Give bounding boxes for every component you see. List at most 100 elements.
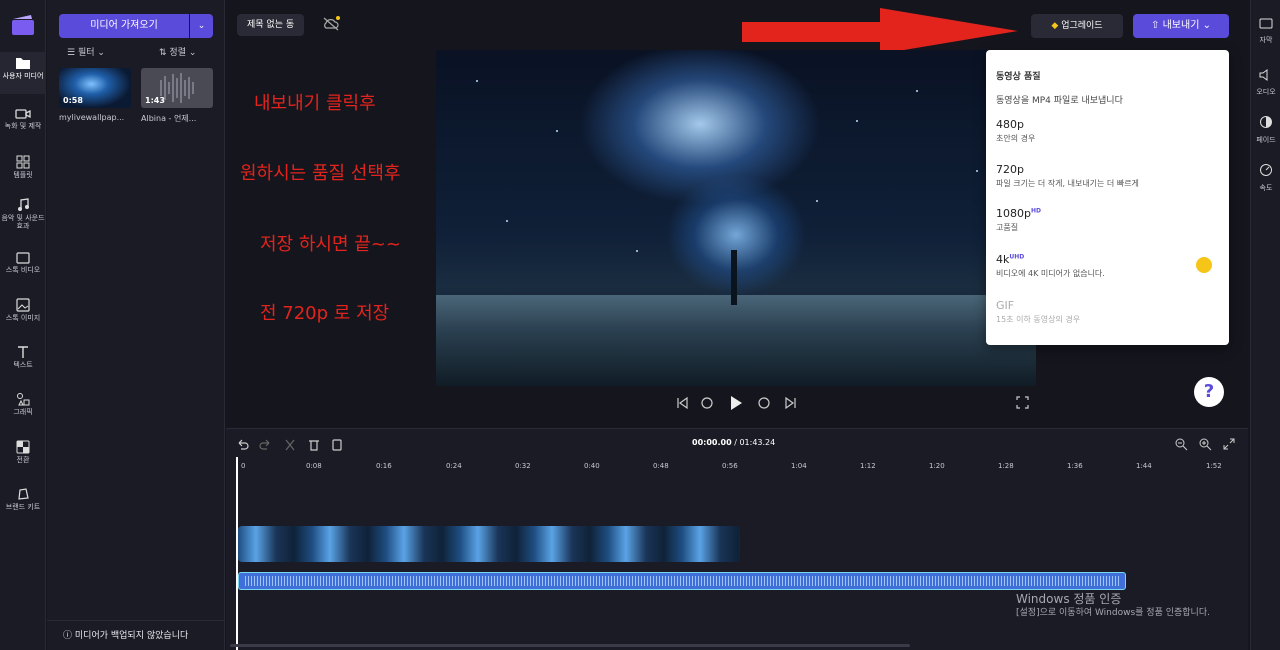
option-title: 1080p xyxy=(996,207,1031,220)
nav-transitions[interactable]: 전환 xyxy=(0,440,46,464)
import-media-button[interactable]: 미디어 가져오기 xyxy=(59,14,189,38)
play-icon[interactable] xyxy=(728,395,744,411)
right-property-panel: 자막 오디오 페이드 속도 xyxy=(1250,0,1280,650)
shapes-icon xyxy=(17,393,30,406)
backup-notice[interactable]: ⓘ 미디어가 백업되지 않았습니다 xyxy=(47,620,225,650)
nav-label: 템플릿 xyxy=(13,171,33,179)
hd-badge: HD xyxy=(1030,207,1041,215)
export-quality-menu: 동영상 품질 동영상을 MP4 파일로 내보냅니다 480p 초안의 경우 72… xyxy=(986,50,1229,345)
nav-templates[interactable]: 템플릿 xyxy=(0,155,46,179)
nav-stock-video[interactable]: 스톡 비디오 xyxy=(0,252,46,274)
option-subtitle: 파일 크기는 더 작게, 내보내기는 더 빠르게 xyxy=(996,179,1139,188)
text-icon xyxy=(18,346,28,358)
star xyxy=(856,120,858,122)
help-button[interactable]: ? xyxy=(1194,377,1224,407)
undo-icon xyxy=(238,439,249,450)
upgrade-button[interactable]: ◆ 업그레이드 xyxy=(1031,14,1123,38)
nav-graphics[interactable]: 그래픽 xyxy=(0,392,46,416)
star xyxy=(556,130,558,132)
media-panel: 미디어 가져오기 ⌄ ☰ 필터 ⌄ ⇅ 정렬 ⌄ 0:58 1:43 myliv… xyxy=(47,0,225,650)
video-preview[interactable] xyxy=(436,50,1036,386)
timeline-scrollbar[interactable] xyxy=(230,644,910,647)
media-name: mylivewallpap... xyxy=(59,113,125,122)
speaker-icon xyxy=(1259,69,1268,81)
ruler-tick: 0:32 xyxy=(515,462,531,470)
panel-label: 속도 xyxy=(1259,184,1273,192)
fullscreen-icon[interactable] xyxy=(1016,396,1029,409)
video-clip[interactable] xyxy=(238,526,740,562)
nav-label: 음악 및 사운드 효과 xyxy=(1,214,45,230)
clipchamp-logo xyxy=(12,15,34,35)
ruler-tick: 0:16 xyxy=(376,462,392,470)
rewind-5-icon[interactable] xyxy=(700,396,714,410)
info-icon: ⓘ xyxy=(63,631,73,641)
quality-option-4k[interactable]: 4kUHD 비디오에 4K 미디어가 없습니다. xyxy=(996,253,1220,279)
quality-option-gif[interactable]: GIF 15초 이하 동영상의 경우 xyxy=(996,299,1220,325)
backup-notice-text: 미디어가 백업되지 않았습니다 xyxy=(74,631,189,641)
nav-label: 그래픽 xyxy=(13,408,33,416)
ruler-tick: 0:40 xyxy=(584,462,600,470)
diamond-icon: ◆ xyxy=(1051,21,1059,31)
project-title[interactable]: 제목 없는 동 xyxy=(237,14,305,36)
panel-label: 페이드 xyxy=(1256,136,1276,144)
chevron-down-icon: ⌄ xyxy=(97,48,105,58)
ruler-tick: 1:04 xyxy=(791,462,807,470)
export-button[interactable]: ⇧ 내보내기 ⌄ xyxy=(1133,14,1229,38)
sort-label: 정렬 xyxy=(169,48,186,58)
audio-waveform xyxy=(245,576,1119,586)
image-icon xyxy=(16,298,30,312)
nav-music-sfx[interactable]: 음악 및 사운드 효과 xyxy=(0,198,46,230)
nav-record-create[interactable]: 녹화 및 제작 xyxy=(0,108,46,130)
fit-timeline-icon[interactable] xyxy=(1222,437,1236,451)
option-subtitle: 비디오에 4K 미디어가 없습니다. xyxy=(996,269,1105,278)
filter-button[interactable]: ☰ 필터 ⌄ xyxy=(67,45,105,58)
import-dropdown-button[interactable]: ⌄ xyxy=(190,14,213,38)
media-duration: 0:58 xyxy=(63,96,83,105)
option-subtitle: 15초 이하 동영상의 경우 xyxy=(996,315,1081,324)
skip-forward-icon[interactable] xyxy=(784,396,798,410)
chevron-down-icon: ⌄ xyxy=(188,48,197,58)
timeline-ruler[interactable]: 0 0:08 0:16 0:24 0:32 0:40 0:48 0:56 1:0… xyxy=(236,459,1236,473)
zoom-out-icon[interactable] xyxy=(1174,437,1188,451)
timeline-toolbar xyxy=(236,437,346,456)
media-thumbnail-audio[interactable]: 1:43 xyxy=(141,68,213,108)
filter-icon: ☰ xyxy=(67,48,76,58)
film-icon xyxy=(16,252,30,264)
fade-button[interactable]: 페이드 xyxy=(1251,114,1280,145)
skip-back-icon[interactable] xyxy=(675,396,689,410)
sort-button[interactable]: ⇅ 정렬 ⌄ xyxy=(159,45,196,58)
quality-option-480p[interactable]: 480p 초안의 경우 xyxy=(996,118,1220,144)
quality-option-720p[interactable]: 720p 파일 크기는 더 작게, 내보내기는 더 빠르게 xyxy=(996,163,1220,189)
forward-5-icon[interactable] xyxy=(757,396,771,410)
total-time: 01:43.24 xyxy=(739,438,776,447)
sort-icon: ⇅ xyxy=(159,48,167,58)
audio-button[interactable]: 오디오 xyxy=(1251,66,1280,97)
star xyxy=(916,90,918,92)
playhead[interactable] xyxy=(236,457,238,650)
brand-kit-icon xyxy=(18,488,29,500)
nav-your-media[interactable]: 사용자 미디어 xyxy=(0,52,46,94)
media-thumbnail-video[interactable]: 0:58 xyxy=(59,68,131,108)
nav-stock-images[interactable]: 스톡 이미지 xyxy=(0,298,46,322)
quality-option-1080p[interactable]: 1080pHD 고품질 xyxy=(996,207,1220,233)
ruler-tick: 0 xyxy=(241,462,246,470)
nav-brand-kit[interactable]: 브랜드 키트 xyxy=(0,487,46,511)
annotation-text: 저장 하시면 끝~~ xyxy=(260,234,401,255)
captions-button[interactable]: 자막 xyxy=(1251,14,1280,45)
nav-text[interactable]: 텍스트 xyxy=(0,345,46,369)
redo-icon xyxy=(259,439,270,450)
nav-label: 브랜드 키트 xyxy=(5,503,41,511)
chevron-down-icon: ⌄ xyxy=(1202,20,1211,31)
speed-button[interactable]: 속도 xyxy=(1251,162,1280,193)
annotation-arrow xyxy=(742,8,1018,54)
zoom-in-icon[interactable] xyxy=(1198,437,1212,451)
fade-icon xyxy=(1260,116,1272,128)
annotation-text: 원하시는 품질 선택후 xyxy=(240,163,401,184)
camera-icon xyxy=(15,109,31,119)
nav-label: 사용자 미디어 xyxy=(2,72,44,80)
audio-clip[interactable] xyxy=(238,572,1126,590)
speedometer-icon xyxy=(1260,164,1272,176)
star xyxy=(506,220,508,222)
star xyxy=(976,170,978,172)
cloud-off-icon[interactable] xyxy=(322,16,340,32)
